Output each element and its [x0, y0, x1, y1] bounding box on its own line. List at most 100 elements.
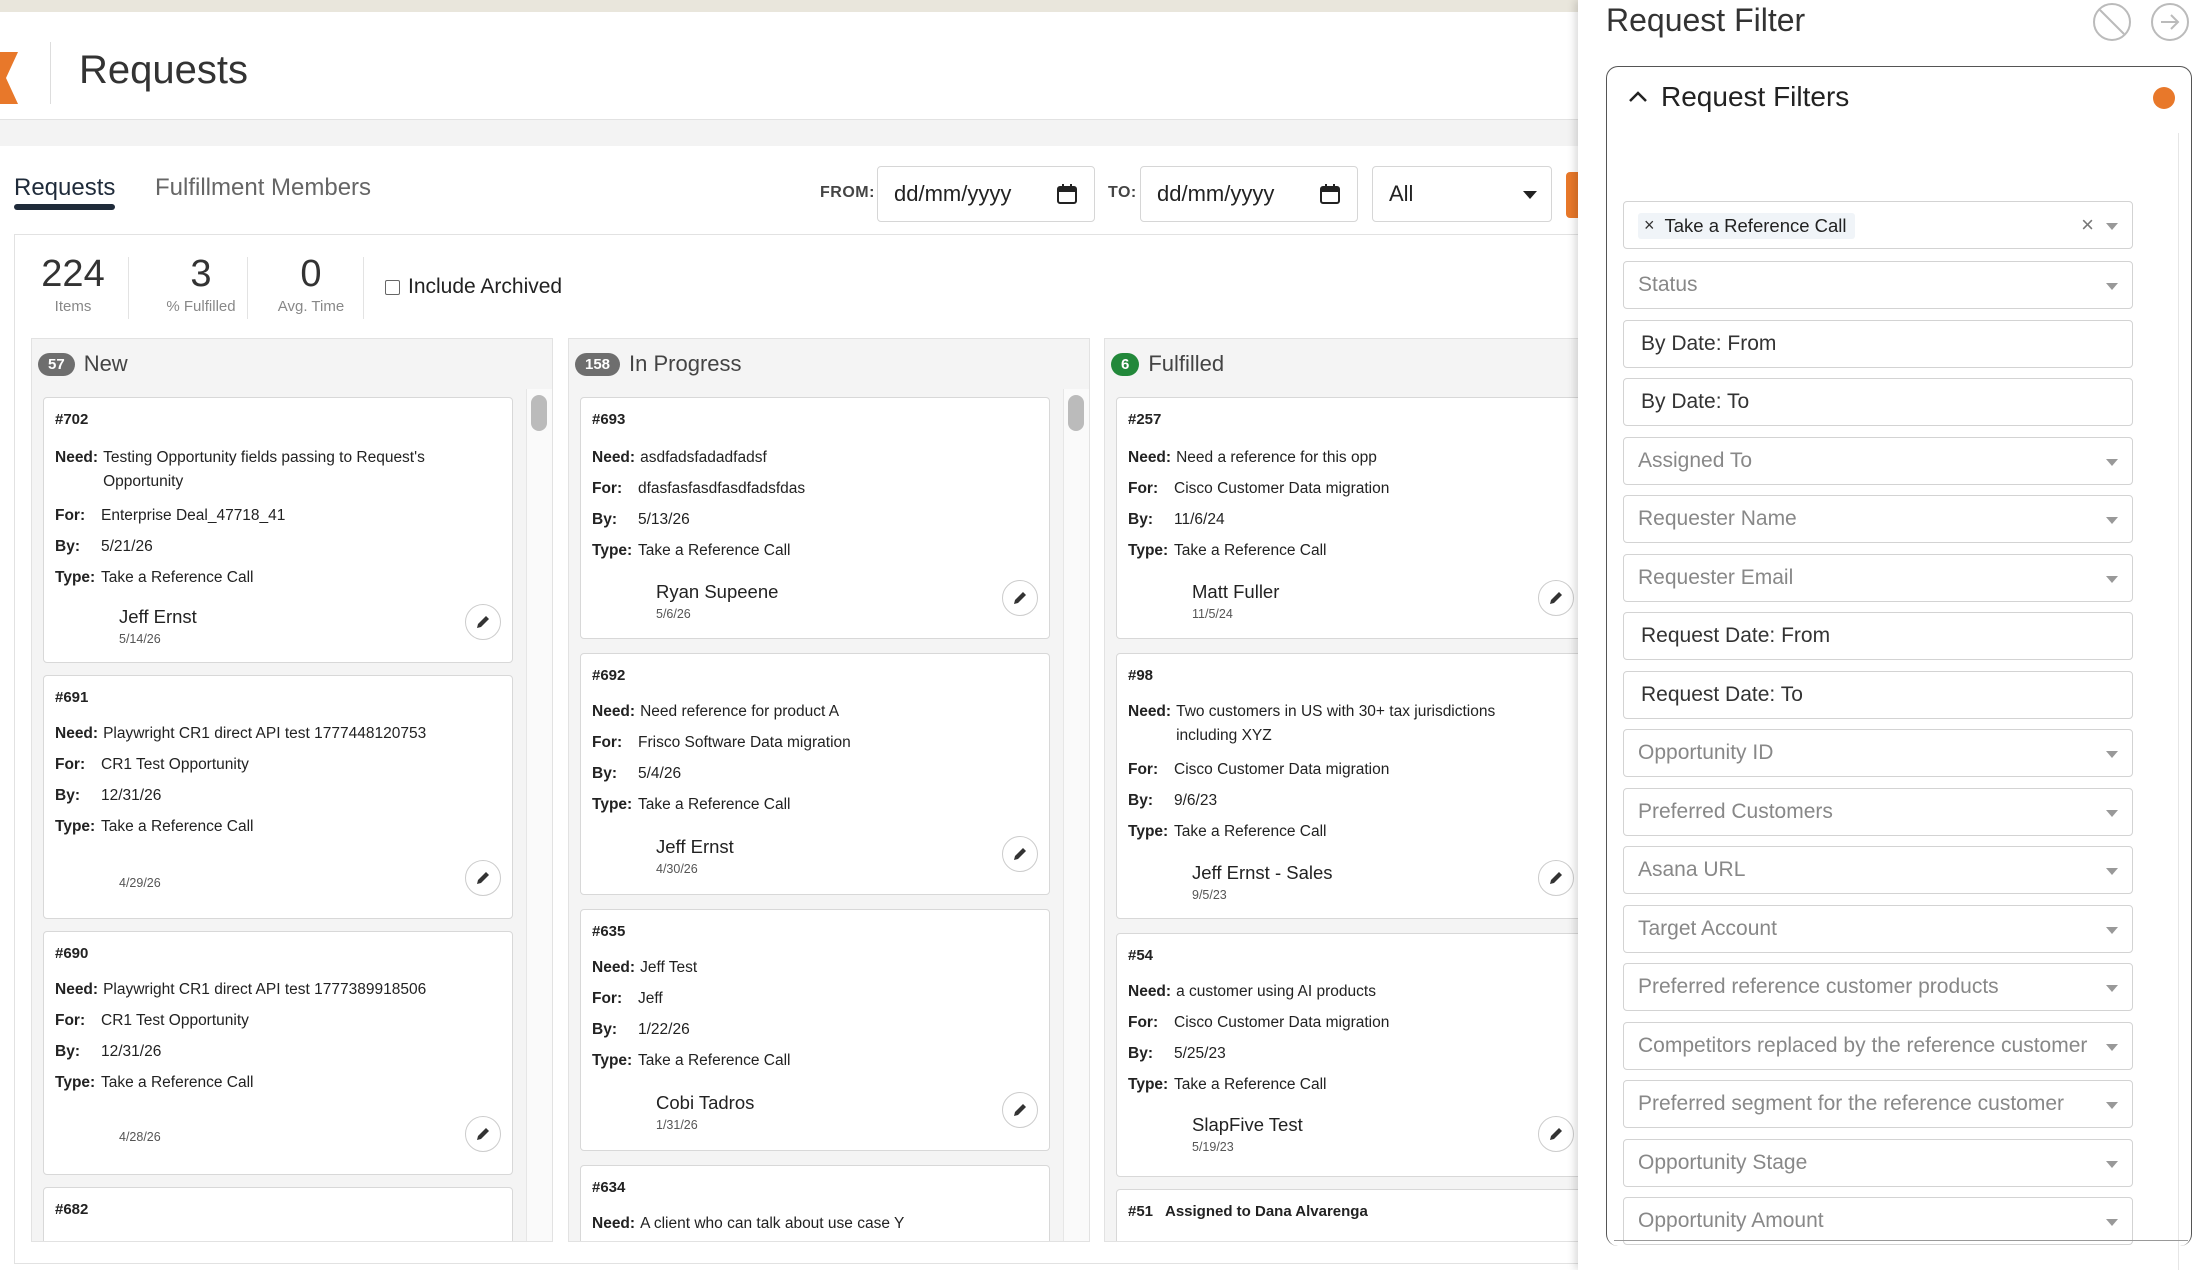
type-select[interactable]: All [1372, 166, 1552, 222]
tab-requests[interactable]: Requests [14, 174, 115, 202]
request-card[interactable]: #682 [43, 1187, 513, 1241]
by-date-from-field[interactable]: By Date: From [1623, 320, 2133, 368]
type-value: Take a Reference Call [101, 569, 254, 586]
request-card[interactable]: #98 Need: Two customers in US with 30+ ta… [1116, 653, 1578, 919]
clear-icon[interactable]: × [2081, 212, 2094, 238]
remove-chip-icon[interactable]: × [1644, 215, 1655, 236]
field-placeholder: Opportunity Amount [1638, 1209, 1824, 1232]
column-header: 6 Fulfilled [1111, 351, 1224, 377]
request-card[interactable]: #693 Need: asdfadsfadadfadsf For: dfasfasf… [580, 397, 1050, 639]
tab-fulfillment-members[interactable]: Fulfillment Members [155, 174, 371, 202]
for-label: For: [1128, 480, 1159, 497]
for-label: For: [55, 756, 86, 773]
include-archived-label: Include Archived [408, 275, 563, 298]
scrollbar[interactable] [526, 389, 552, 1241]
field-placeholder: Requester Email [1638, 566, 1794, 589]
edit-button[interactable] [1538, 580, 1574, 616]
calendar-icon[interactable] [1319, 183, 1341, 205]
assignee-name: Cobi Tadros [656, 1092, 755, 1113]
preferred-segment-for-the-reference-customer-field[interactable]: Preferred segment for the reference cust… [1623, 1080, 2133, 1128]
to-date-value: dd/mm/yyyy [1157, 181, 1275, 206]
request-card[interactable]: #702 Need: Testing Opportunity fields pas… [43, 397, 513, 663]
need-label: Need: [1128, 703, 1172, 720]
edit-button[interactable] [1002, 836, 1038, 872]
scrollbar-thumb[interactable] [1068, 395, 1084, 431]
opportunity-id-field[interactable]: Opportunity ID [1623, 729, 2133, 777]
card-id: #634 [592, 1179, 626, 1196]
requester-email-field[interactable]: Requester Email [1623, 554, 2133, 602]
need-label: Need: [1128, 983, 1172, 1000]
by-value: 5/4/26 [638, 765, 682, 782]
by-value: 5/25/23 [1174, 1045, 1226, 1062]
assignee-name: Matt Fuller [1192, 581, 1280, 602]
card-id: #691 [55, 689, 89, 706]
edit-button[interactable] [465, 1116, 501, 1152]
chevron-down-icon [2106, 927, 2118, 934]
request-card[interactable]: #691 Need: Playwright CR1 direct API test… [43, 675, 513, 919]
type-label: Type: [55, 1074, 96, 1091]
app-logo[interactable] [0, 52, 18, 104]
need-value: asdfadsfadadfadsf [640, 449, 767, 466]
field-placeholder: Request Date: From [1641, 624, 1831, 647]
preferred-reference-customer-products-field[interactable]: Preferred reference customer products [1623, 963, 2133, 1011]
request-card[interactable]: #634 Need: A client who can talk about us… [580, 1165, 1050, 1241]
request-card[interactable]: #692 Need: Need reference for product A F… [580, 653, 1050, 895]
edit-button[interactable] [465, 604, 501, 640]
request-card[interactable]: #257 Need: Need a reference for this opp … [1116, 397, 1578, 639]
target-account-field[interactable]: Target Account [1623, 905, 2133, 953]
card-for: For: CR1 Test Opportunity [55, 1009, 249, 1033]
requester-name-field[interactable]: Requester Name [1623, 495, 2133, 543]
request-card[interactable]: #51 Assigned to Dana Alvarenga [1116, 1189, 1578, 1241]
edit-button[interactable] [1002, 580, 1038, 616]
column-in-progress: 158 In Progress #693 Need: asdfadsfadadfa… [568, 338, 1090, 1242]
request-date-from-field[interactable]: Request Date: From [1623, 612, 2133, 660]
type-filter-select[interactable]: × Take a Reference Call × [1623, 201, 2133, 249]
request-card[interactable]: #690 Need: Playwright CR1 direct API test… [43, 931, 513, 1175]
competitors-replaced-by-the-reference-customer-field[interactable]: Competitors replaced by the reference cu… [1623, 1022, 2133, 1070]
by-value: 11/6/24 [1174, 511, 1225, 528]
calendar-icon[interactable] [1056, 183, 1078, 205]
edit-button[interactable] [465, 860, 501, 896]
request-date-to-field[interactable]: Request Date: To [1623, 671, 2133, 719]
chevron-up-icon[interactable] [1627, 86, 1649, 108]
column-title: New [83, 351, 128, 376]
include-archived-toggle[interactable]: Include Archived [385, 275, 562, 299]
scrollbar-thumb[interactable] [531, 395, 547, 431]
request-card[interactable]: #635 Need: Jeff Test For: Jeff By: 1/22/26 … [580, 909, 1050, 1151]
opportunity-stage-field[interactable]: Opportunity Stage [1623, 1139, 2133, 1187]
stat-value: 3 [190, 253, 212, 295]
type-label: Type: [1128, 542, 1169, 559]
to-date-input[interactable]: dd/mm/yyyy [1140, 166, 1358, 222]
include-archived-checkbox[interactable] [385, 279, 400, 295]
pencil-icon [1550, 1128, 1562, 1140]
scrollbar[interactable] [1063, 389, 1089, 1241]
by-label: By: [1128, 511, 1153, 528]
selected-chip[interactable]: × Take a Reference Call [1638, 212, 1855, 239]
preferred-customers-field[interactable]: Preferred Customers [1623, 788, 2133, 836]
card-type: Type: Take a Reference Call [55, 815, 254, 839]
request-card[interactable]: #54 Need: a customer using AI products Fo… [1116, 933, 1578, 1177]
edit-button[interactable] [1538, 1116, 1574, 1152]
card-need: Need: Playwright CR1 direct API test 1777… [55, 978, 426, 1002]
close-panel-icon[interactable] [2150, 2, 2190, 42]
type-value: Take a Reference Call [101, 818, 254, 835]
stat-divider [247, 257, 248, 319]
assigned-to-field[interactable]: Assigned To [1623, 437, 2133, 485]
from-date-input[interactable]: dd/mm/yyyy [877, 166, 1095, 222]
action-button-edge[interactable] [1566, 172, 1578, 218]
column-fulfilled: 6 Fulfilled #257 Need: Need a reference f… [1104, 338, 1578, 1242]
by-date-to-field[interactable]: By Date: To [1623, 378, 2133, 426]
edit-button[interactable] [1002, 1092, 1038, 1128]
clear-filters-icon[interactable] [2092, 2, 2132, 42]
card-by: By: 5/21/26 [55, 535, 153, 559]
status-field[interactable]: Status [1623, 261, 2133, 309]
need-value: Playwright CR1 direct API test 177744812… [103, 725, 427, 742]
section-header[interactable]: Request Filters [1627, 81, 1849, 113]
chevron-down-icon [2106, 1219, 2118, 1226]
opportunity-amount-field[interactable]: Opportunity Amount [1623, 1197, 2133, 1245]
page-header: Requests [0, 12, 1578, 120]
asana-url-field[interactable]: Asana URL [1623, 846, 2133, 894]
edit-button[interactable] [1538, 860, 1574, 896]
type-label: Type: [55, 818, 96, 835]
type-value: Take a Reference Call [1174, 823, 1327, 840]
